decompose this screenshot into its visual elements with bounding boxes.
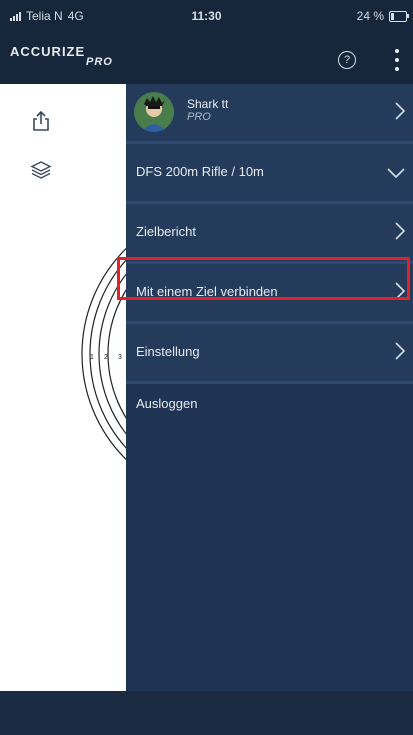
logout-label: Ausloggen <box>136 396 198 411</box>
clock: 11:30 <box>191 9 222 23</box>
bottom-bar <box>0 691 413 735</box>
menu-item-connect-target[interactable]: Mit einem Ziel verbinden <box>126 264 413 324</box>
battery-icon <box>389 10 409 22</box>
menu-item-label: Zielbericht <box>136 224 196 239</box>
chevron-right-icon <box>395 342 405 360</box>
menu-item-einstellung[interactable]: Einstellung <box>126 324 413 384</box>
chevron-right-icon <box>395 282 405 300</box>
menu-item-zielbericht[interactable]: Zielbericht <box>126 204 413 264</box>
side-drawer: Shark tt PRO DFS 200m Rifle / 10m Zielbe… <box>126 84 413 691</box>
status-right: 24 % <box>356 9 409 23</box>
share-icon[interactable] <box>31 110 51 132</box>
more-menu-icon[interactable] <box>391 49 403 71</box>
app-header: ACCURIZE PRO ? <box>0 36 413 84</box>
chevron-down-icon <box>387 168 405 178</box>
avatar-illustration <box>134 92 174 132</box>
app-logo: ACCURIZE PRO <box>10 44 113 68</box>
shooting-target: 1 2 3 <box>0 205 379 503</box>
chevron-right-icon <box>395 102 405 120</box>
target-view: 1 2 3 <box>0 84 379 691</box>
avatar <box>134 92 174 132</box>
chevron-right-icon <box>395 222 405 240</box>
status-bar: Telia N 4G 11:30 24 % <box>0 0 413 36</box>
menu-item-label: Mit einem Ziel verbinden <box>136 284 278 299</box>
profile-tier: PRO <box>187 111 211 123</box>
help-icon[interactable]: ? <box>338 51 356 69</box>
ring-number-2: 2 <box>104 354 108 361</box>
logo-text-bottom: PRO <box>86 56 113 68</box>
profile-row[interactable]: Shark tt PRO <box>126 84 413 144</box>
ring-number-3: 3 <box>118 354 122 361</box>
discipline-selector[interactable]: DFS 200m Rifle / 10m <box>126 144 413 204</box>
battery-percent: 24 % <box>356 9 384 23</box>
profile-name: Shark tt <box>187 97 229 111</box>
logout-item[interactable]: Ausloggen <box>126 384 413 441</box>
ring-number-1: 1 <box>90 354 94 361</box>
discipline-label: DFS 200m Rifle / 10m <box>136 164 264 179</box>
menu-item-label: Einstellung <box>136 344 200 359</box>
layers-icon[interactable] <box>30 160 52 180</box>
